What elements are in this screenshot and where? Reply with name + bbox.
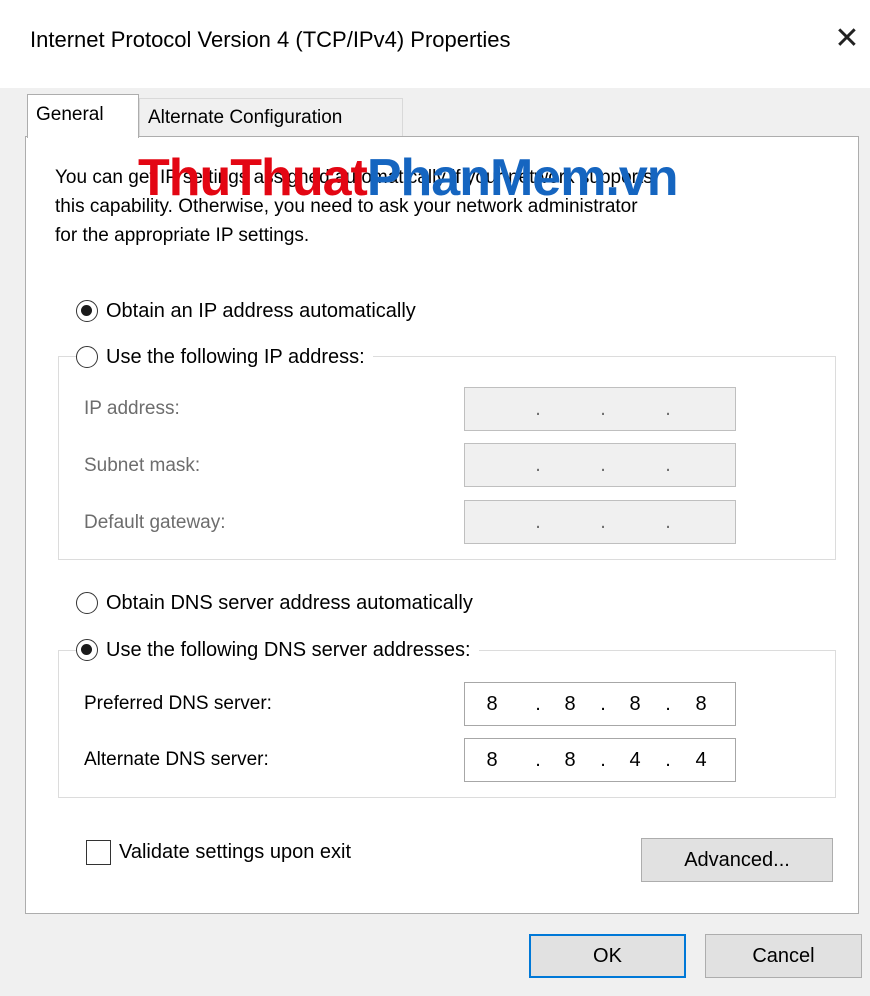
alternate-dns-octet-3: 4 bbox=[629, 749, 641, 771]
validate-option[interactable]: Validate settings upon exit bbox=[86, 838, 351, 866]
octet-separator: . bbox=[665, 749, 671, 771]
default-gateway-octet-2 bbox=[550, 501, 590, 543]
default-gateway-octet-3 bbox=[615, 501, 655, 543]
octet-separator: . bbox=[665, 511, 671, 533]
window-title: Internet Protocol Version 4 (TCP/IPv4) P… bbox=[30, 27, 511, 52]
subnet-mask-octet-2 bbox=[550, 444, 590, 486]
ip-auto-option[interactable]: Obtain an IP address automatically bbox=[76, 297, 424, 325]
cancel-button[interactable]: Cancel bbox=[705, 934, 862, 978]
close-icon[interactable]: ✕ bbox=[830, 22, 864, 56]
ip-auto-radio[interactable] bbox=[76, 300, 98, 322]
ip-address-octet-3 bbox=[615, 388, 655, 430]
ip-address-octet-1 bbox=[472, 388, 512, 430]
alternate-dns-octet-4: 4 bbox=[695, 749, 707, 771]
ok-button[interactable]: OK bbox=[529, 934, 686, 978]
intro-line-3: for the appropriate IP settings. bbox=[55, 225, 310, 246]
dns-manual-option[interactable]: Use the following DNS server addresses: bbox=[76, 636, 479, 664]
dns-auto-radio[interactable] bbox=[76, 592, 98, 614]
preferred-dns-octet-3: 8 bbox=[629, 693, 641, 715]
dns-manual-radio[interactable] bbox=[76, 639, 98, 661]
tab-alternate-configuration[interactable]: Alternate Configuration bbox=[139, 98, 403, 136]
octet-separator: . bbox=[600, 398, 606, 420]
ip-address-octet-4 bbox=[681, 388, 721, 430]
default-gateway-octet-4 bbox=[681, 501, 721, 543]
title-bar: Internet Protocol Version 4 (TCP/IPv4) P… bbox=[0, 0, 870, 88]
alternate-dns-field[interactable]: 8 . 8 . 4 . 4 bbox=[464, 738, 736, 782]
octet-separator: . bbox=[600, 693, 606, 715]
advanced-button[interactable]: Advanced... bbox=[641, 838, 833, 882]
dns-manual-label: Use the following DNS server addresses: bbox=[106, 639, 471, 661]
watermark: ThuThuatPhanMem.vn bbox=[138, 148, 679, 208]
dns-auto-label: Obtain DNS server address automatically bbox=[106, 592, 473, 614]
preferred-dns-octet-4: 8 bbox=[695, 693, 707, 715]
default-gateway-field[interactable]: . . . bbox=[464, 500, 736, 544]
subnet-mask-octet-1 bbox=[472, 444, 512, 486]
octet-separator: . bbox=[535, 511, 541, 533]
preferred-dns-octet-1: 8 bbox=[486, 693, 498, 715]
ip-manual-radio[interactable] bbox=[76, 346, 98, 368]
octet-separator: . bbox=[600, 454, 606, 476]
preferred-dns-field[interactable]: 8 . 8 . 8 . 8 bbox=[464, 682, 736, 726]
subnet-mask-octet-3 bbox=[615, 444, 655, 486]
octet-separator: . bbox=[600, 511, 606, 533]
dns-auto-option[interactable]: Obtain DNS server address automatically bbox=[76, 589, 481, 617]
ip-address-octet-2 bbox=[550, 388, 590, 430]
tab-general[interactable]: General bbox=[27, 94, 139, 138]
default-gateway-octet-1 bbox=[472, 501, 512, 543]
watermark-part-1: ThuThuat bbox=[138, 149, 368, 207]
octet-separator: . bbox=[665, 693, 671, 715]
octet-separator: . bbox=[535, 749, 541, 771]
ip-manual-option[interactable]: Use the following IP address: bbox=[76, 343, 373, 371]
ip-auto-label: Obtain an IP address automatically bbox=[106, 300, 416, 322]
octet-separator: . bbox=[535, 454, 541, 476]
preferred-dns-octet-2: 8 bbox=[564, 693, 576, 715]
ip-manual-label: Use the following IP address: bbox=[106, 346, 365, 368]
subnet-mask-label: Subnet mask: bbox=[84, 455, 201, 476]
validate-label: Validate settings upon exit bbox=[119, 840, 352, 863]
octet-separator: . bbox=[665, 398, 671, 420]
default-gateway-label: Default gateway: bbox=[84, 512, 226, 533]
validate-checkbox[interactable] bbox=[86, 839, 111, 865]
octet-separator: . bbox=[535, 398, 541, 420]
subnet-mask-field[interactable]: . . . bbox=[464, 443, 736, 487]
preferred-dns-label: Preferred DNS server: bbox=[84, 693, 272, 714]
alternate-dns-octet-2: 8 bbox=[564, 749, 576, 771]
watermark-part-2: PhanMem.vn bbox=[366, 149, 679, 207]
octet-separator: . bbox=[535, 693, 541, 715]
alternate-dns-label: Alternate DNS server: bbox=[84, 749, 269, 770]
alternate-dns-octet-1: 8 bbox=[486, 749, 498, 771]
subnet-mask-octet-4 bbox=[681, 444, 721, 486]
octet-separator: . bbox=[600, 749, 606, 771]
ip-address-field[interactable]: . . . bbox=[464, 387, 736, 431]
octet-separator: . bbox=[665, 454, 671, 476]
ip-address-label: IP address: bbox=[84, 398, 180, 419]
